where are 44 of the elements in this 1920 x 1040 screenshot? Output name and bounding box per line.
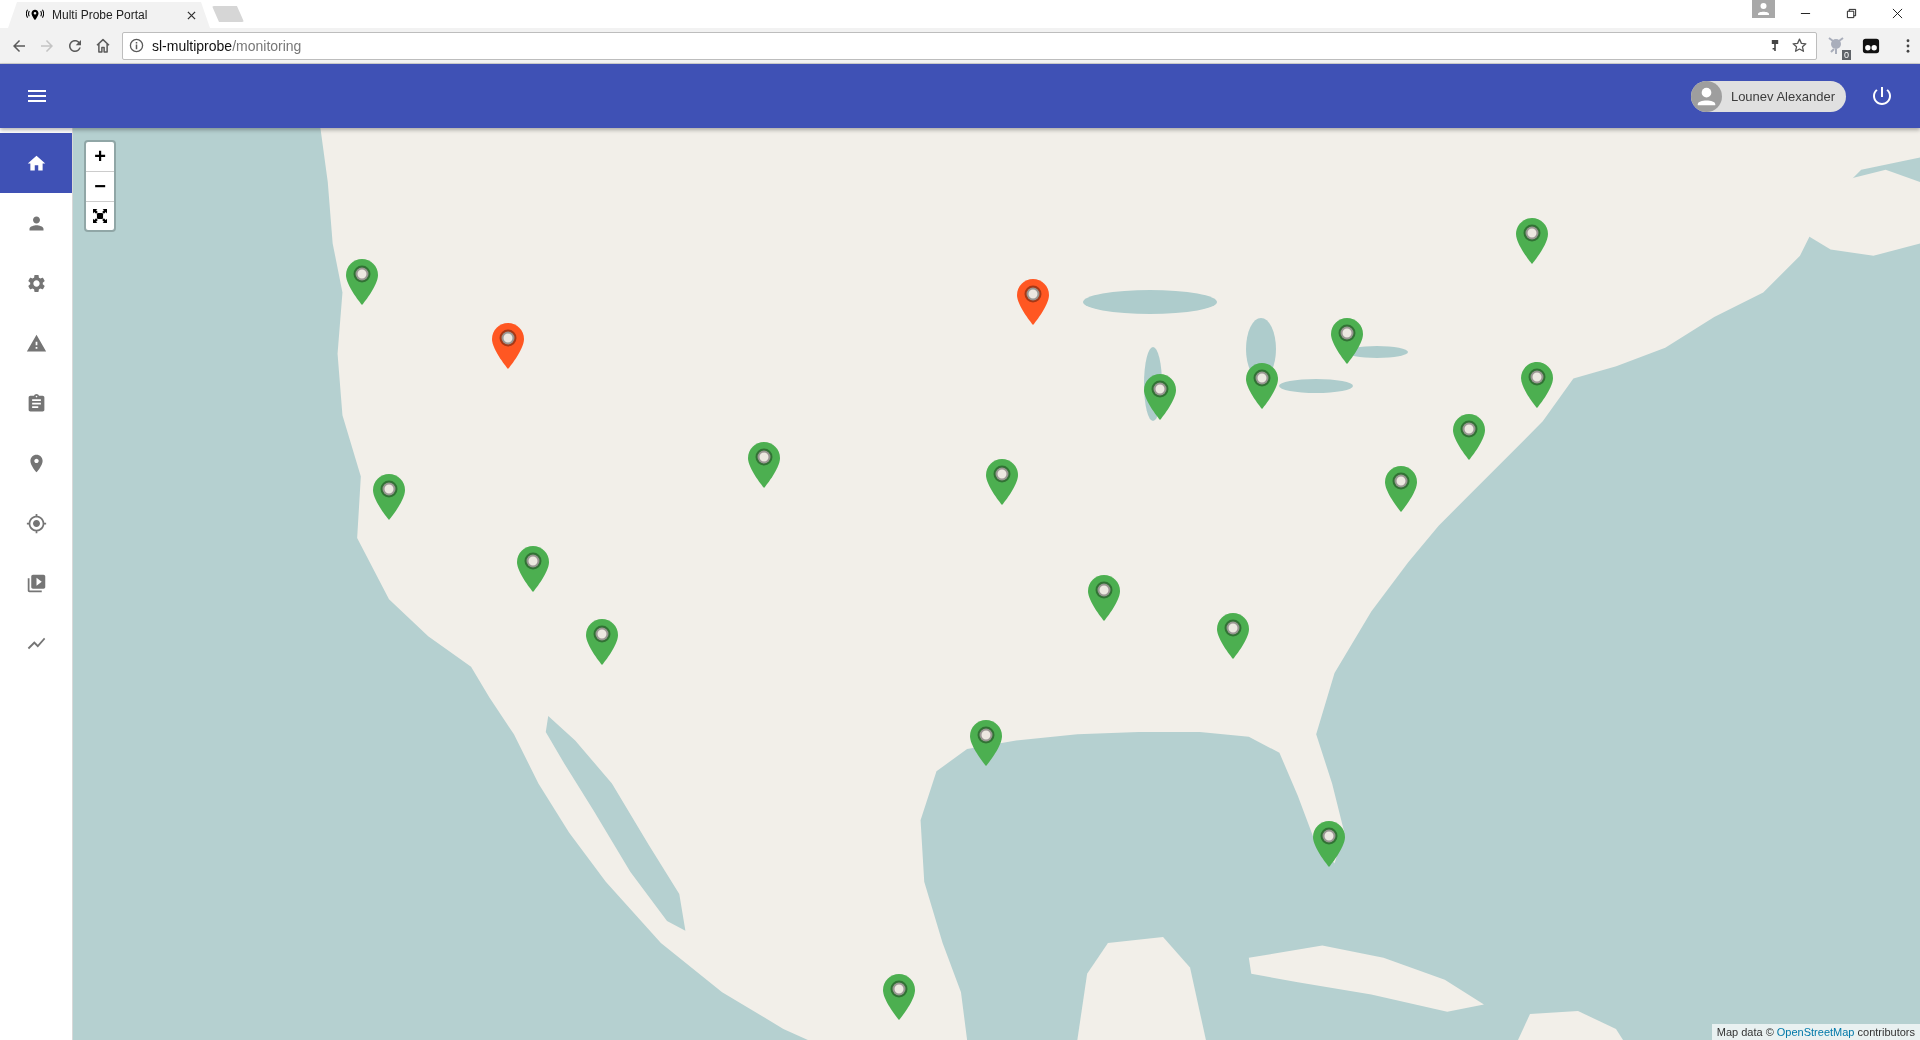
- zoom-out-button[interactable]: −: [86, 172, 114, 202]
- map-marker-icon[interactable]: [517, 546, 549, 592]
- map-marker-icon[interactable]: [1521, 362, 1553, 408]
- map-marker-icon[interactable]: [748, 442, 780, 488]
- map-marker-icon[interactable]: [346, 259, 378, 305]
- key-icon[interactable]: [1771, 39, 1779, 52]
- user-chip[interactable]: Lounev Alexander: [1690, 80, 1846, 112]
- map-marker-icon[interactable]: [1453, 414, 1485, 460]
- star-icon[interactable]: [1791, 37, 1808, 54]
- map-marker-icon[interactable]: [492, 323, 524, 369]
- more-icon[interactable]: [1906, 38, 1910, 53]
- map-marker-icon[interactable]: [883, 974, 915, 1020]
- map-marker-icon[interactable]: [373, 474, 405, 520]
- address-field[interactable]: sl-multiprobe/monitoring: [122, 31, 1817, 60]
- home-icon[interactable]: [94, 36, 112, 55]
- attribution-text: Map data © OpenStreetMap contributors: [1711, 1024, 1920, 1040]
- map-marker-icon[interactable]: [986, 459, 1018, 505]
- extension-icon[interactable]: [1862, 36, 1880, 55]
- map-marker-icon[interactable]: [1017, 279, 1049, 325]
- video-library-icon: [25, 572, 47, 594]
- zoom-in-button[interactable]: +: [86, 142, 114, 172]
- fullscreen-icon[interactable]: [93, 209, 107, 223]
- map-marker-icon[interactable]: [586, 619, 618, 665]
- map-marker-icon[interactable]: [1088, 575, 1120, 621]
- avatar-icon: [1690, 80, 1722, 112]
- map-marker-icon[interactable]: [1313, 821, 1345, 867]
- map-marker-icon[interactable]: [1331, 318, 1363, 364]
- info-icon[interactable]: [129, 38, 144, 53]
- map-marker-icon[interactable]: [1516, 218, 1548, 264]
- restore-icon[interactable]: [1845, 7, 1857, 19]
- close-icon[interactable]: [1891, 7, 1903, 19]
- signal-pin-icon: [26, 8, 44, 22]
- sidebar-item[interactable]: [0, 133, 72, 193]
- map-marker-icon[interactable]: [1246, 363, 1278, 409]
- close-icon[interactable]: [187, 10, 196, 20]
- map-marker-icon[interactable]: [1217, 613, 1249, 659]
- warning-icon: [25, 332, 47, 354]
- browser-tab[interactable]: Multi Probe Portal: [8, 2, 210, 28]
- power-icon[interactable]: [1870, 84, 1894, 108]
- map-marker-icon[interactable]: [1385, 466, 1417, 512]
- openstreetmap-link[interactable]: OpenStreetMap: [1776, 1026, 1855, 1038]
- crosshair-icon: [25, 512, 47, 534]
- map-marker-icon[interactable]: [970, 720, 1002, 766]
- extension-badge: 0: [1842, 49, 1851, 60]
